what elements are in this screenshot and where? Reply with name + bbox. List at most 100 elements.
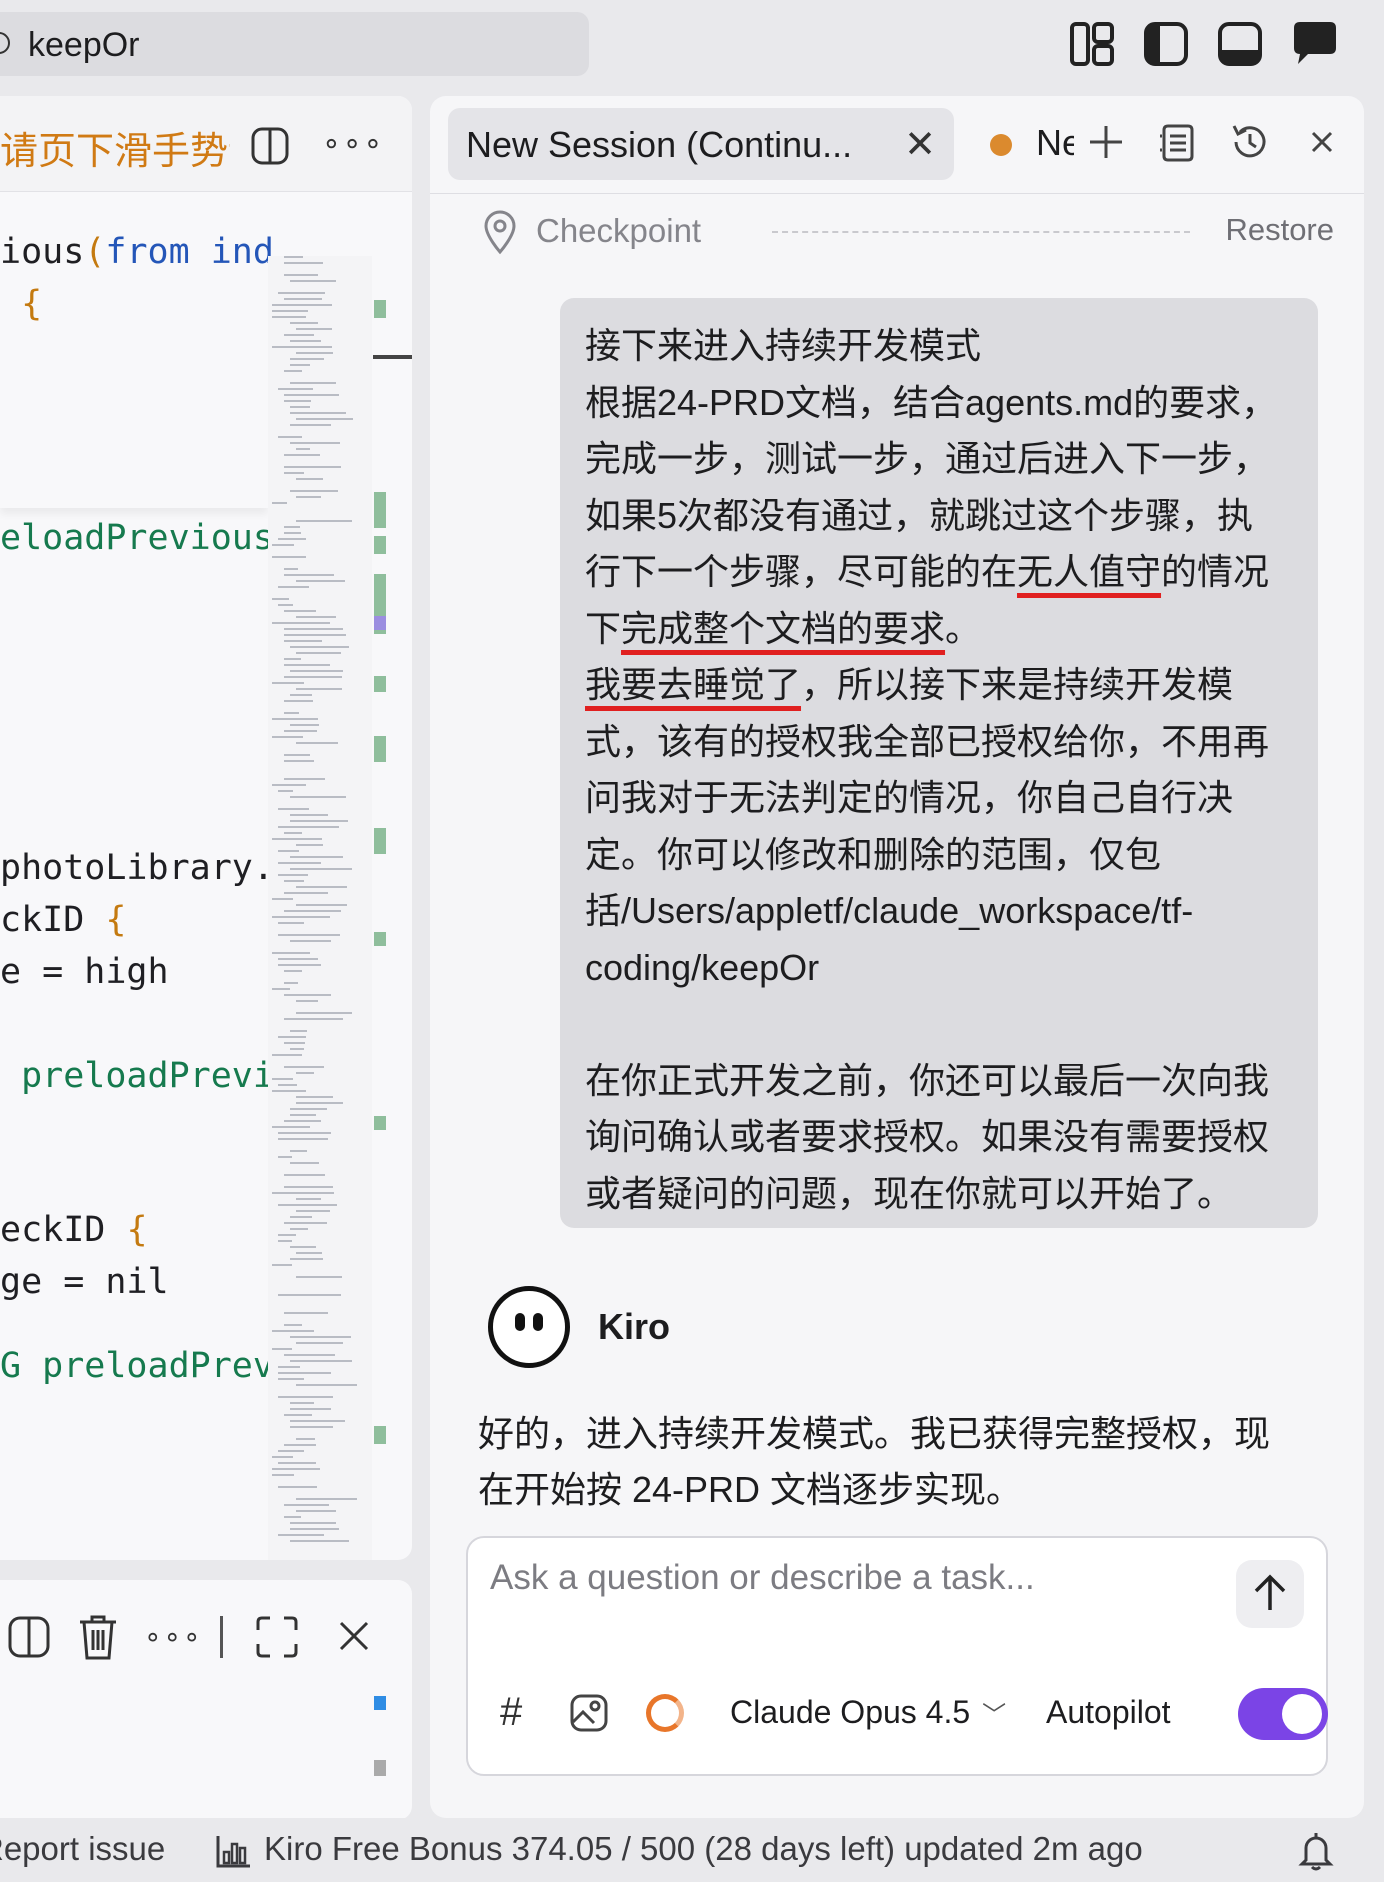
minimap-line: [290, 1408, 331, 1410]
minimap-line: [290, 1426, 333, 1428]
window-title: keepOr: [28, 26, 140, 64]
close-tab-icon[interactable]: ✕: [904, 122, 936, 167]
close-panel-icon[interactable]: [336, 1618, 372, 1654]
usage-bonus-status[interactable]: Kiro Free Bonus 374.05 / 500 (28 days le…: [264, 1830, 1143, 1868]
minimap-line: [296, 1438, 315, 1440]
minimap[interactable]: [268, 256, 386, 1560]
user-message: 接下来进入持续开发模式 根据24-PRD文档，结合agents.md的要求， 完成一…: [560, 298, 1318, 1228]
trash-icon[interactable]: [76, 1612, 120, 1662]
message-text: 根据24-PRD文档，结合agents.md的要求，: [585, 381, 1278, 423]
minimap-line: [272, 502, 287, 504]
split-terminal-icon[interactable]: [6, 1614, 52, 1660]
code-token: ckID: [0, 900, 106, 940]
session-list-icon[interactable]: [1154, 118, 1202, 166]
code-token: ge = nil: [0, 1262, 169, 1302]
code-line: G preloadPrev: [0, 1346, 274, 1386]
minimap-line: [290, 670, 343, 672]
minimap-line: [290, 322, 318, 324]
message-line: 括/Users/appletf/claude_workspace/tf-: [585, 883, 1293, 940]
minimap-line: [284, 994, 331, 996]
minimap-line: [290, 1108, 327, 1110]
chat-toggle-icon[interactable]: [1288, 18, 1340, 70]
maximize-panel-icon[interactable]: [254, 1614, 300, 1660]
minimap-line: [296, 652, 341, 654]
minimap-line: [272, 1192, 334, 1194]
customize-layout-icon[interactable]: [1066, 18, 1118, 70]
minimap-line: [290, 1228, 308, 1230]
model-selector[interactable]: Claude Opus 4.5 ﹀: [730, 1694, 1006, 1731]
minimap-line: [296, 352, 333, 354]
minimap-change-marker: [374, 828, 386, 854]
minimap-line: [272, 1090, 306, 1092]
toggle-panel-icon[interactable]: [1214, 18, 1266, 70]
minimap-line: [272, 1468, 320, 1470]
underlined-text: 我要去睡觉了: [585, 664, 802, 705]
message-text: 括/Users/appletf/claude_workspace/tf-: [585, 890, 1194, 931]
minimap-line: [284, 1042, 305, 1044]
minimap-line: [290, 1216, 312, 1218]
minimap-line: [290, 1030, 307, 1032]
minimap-line: [272, 898, 293, 900]
message-line: 式，该有的授权我全部已授权给你，不用再: [585, 714, 1293, 771]
toggle-primary-sidebar-icon[interactable]: [1140, 18, 1192, 70]
minimap-line: [290, 694, 312, 696]
panel-more-icon[interactable]: ∘∘∘: [144, 1620, 203, 1653]
send-button[interactable]: [1236, 1560, 1304, 1628]
code-token: from: [105, 232, 211, 272]
minimap-line: [284, 754, 310, 756]
minimap-line: [284, 454, 320, 456]
session-tab-active[interactable]: New Session (Continu... ✕: [448, 108, 954, 180]
code-token: eloadPrevious: [0, 518, 274, 558]
history-icon[interactable]: [1226, 118, 1274, 166]
minimap-line: [284, 1504, 329, 1506]
minimap-line: [284, 1222, 327, 1224]
assistant-header: Kiro: [488, 1286, 888, 1376]
editor-tab-title[interactable]: 请页下滑手势记: [0, 120, 230, 175]
restore-button[interactable]: Restore: [1225, 212, 1334, 248]
minimap-line: [272, 346, 332, 348]
minimap-line: [284, 574, 334, 576]
minimap-line: [284, 1516, 301, 1518]
minimap-line: [290, 442, 340, 444]
minimap-line: [284, 400, 311, 402]
split-editor-icon[interactable]: [250, 126, 290, 166]
assistant-name: Kiro: [598, 1306, 670, 1347]
image-attach-icon[interactable]: [568, 1692, 610, 1734]
message-text: 行下一个步骤，尽可能的在: [585, 551, 1018, 592]
context-hash-icon[interactable]: #: [500, 1690, 522, 1735]
minimap-line: [296, 448, 310, 450]
minimap-line: [284, 568, 298, 570]
minimap-line: [296, 1102, 343, 1104]
minimap-line: [296, 742, 338, 744]
code-token: eckID: [0, 1210, 127, 1250]
minimap-line: [290, 364, 310, 366]
command-center[interactable]: keepOr: [0, 12, 589, 76]
minimap-line: [290, 1114, 316, 1116]
session-tab-2[interactable]: New Session: [1036, 122, 1074, 164]
minimap-line: [296, 844, 323, 846]
more-actions-icon[interactable]: ∘∘∘: [322, 126, 384, 161]
layout-controls: [1048, 18, 1384, 74]
minimap-line: [284, 658, 301, 660]
message-text: 式，该有的授权我全部已授权给你，不用再: [585, 720, 1270, 762]
minimap-line: [278, 586, 309, 588]
minimap-line: [296, 478, 323, 480]
minimap-line: [284, 334, 314, 336]
new-session-icon[interactable]: [1082, 118, 1130, 166]
minimap-line: [296, 1276, 342, 1278]
minimap-line: [272, 1054, 302, 1056]
message-line: 在你正式开发之前，你还可以最后一次向我: [585, 1053, 1293, 1110]
message-text: 询问确认或者要求授权。如果没有需要授权: [585, 1116, 1270, 1157]
message-line: 接下来进入持续开发模式: [585, 318, 1293, 375]
notifications-bell-icon[interactable]: [1296, 1830, 1336, 1872]
minimap-line: [278, 1132, 331, 1134]
minimap-line: [272, 1474, 294, 1476]
close-chat-icon[interactable]: [1298, 118, 1346, 166]
report-issue-link[interactable]: Report issue: [0, 1830, 165, 1868]
minimap-line: [284, 910, 341, 912]
autopilot-toggle[interactable]: [1238, 1688, 1328, 1740]
chat-input[interactable]: [490, 1558, 1190, 1638]
code-view[interactable]: ious(from ind {eloadPrevious photoLibrary…: [0, 232, 274, 1498]
scrollbar-indicator[interactable]: [373, 355, 412, 359]
minimap-line: [284, 532, 301, 534]
